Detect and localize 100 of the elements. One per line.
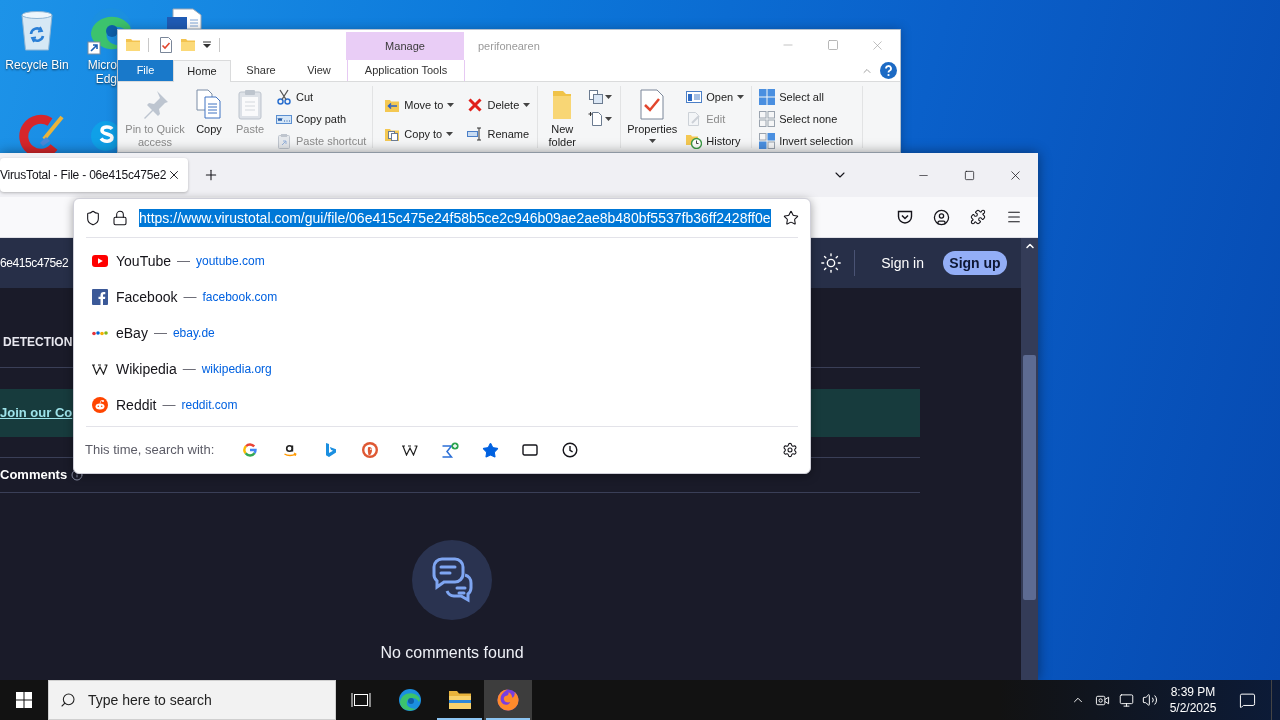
suggestion-title[interactable]: Reddit <box>116 394 157 416</box>
search-field[interactable]: Type here to search <box>48 680 336 720</box>
folder-clock-icon <box>686 133 703 149</box>
select-none-button[interactable]: Select none <box>757 108 856 130</box>
sign-up-button[interactable]: Sign up <box>943 251 1007 275</box>
copy-button[interactable]: Copy <box>192 82 226 136</box>
add-search-engine-icon[interactable] <box>441 442 460 458</box>
banner-link[interactable]: Join our Co <box>0 403 73 423</box>
theme-toggle-icon[interactable] <box>820 252 843 274</box>
face-logo-icon <box>92 397 108 413</box>
x-mark-icon <box>467 97 484 113</box>
play-logo-icon <box>92 255 108 267</box>
copy-to-button[interactable]: Copy to <box>382 123 457 145</box>
empty-message: No comments found <box>380 643 524 663</box>
suggestion-domain[interactable]: wikipedia.org <box>201 360 272 378</box>
properties-button[interactable]: Properties <box>625 82 680 143</box>
task-view-icon[interactable] <box>350 692 371 708</box>
title-separator: — <box>183 288 197 307</box>
folder-icon[interactable] <box>447 690 472 710</box>
monitor-icon[interactable] <box>1118 692 1134 708</box>
a-smile-logo-icon[interactable] <box>282 442 299 458</box>
suggestion-title[interactable]: Facebook <box>116 286 178 308</box>
caret-icon <box>447 103 455 107</box>
suggestion-title[interactable]: eBay <box>116 322 148 344</box>
grid-filled-icon <box>759 89 776 105</box>
icon-label: Recycle Bin <box>5 58 69 72</box>
suggestion-domain[interactable]: ebay.de <box>172 324 215 342</box>
suggestion-domain[interactable]: youtube.com <box>196 252 265 270</box>
history-button[interactable]: History <box>684 130 747 152</box>
scrollbar[interactable] <box>1021 238 1038 680</box>
clock-time[interactable]: 8:39 PM <box>1170 684 1216 700</box>
speaker-icon[interactable] <box>1142 692 1158 708</box>
caret-icon <box>737 95 745 99</box>
suggestion-domain[interactable]: reddit.com <box>181 396 238 414</box>
w-logo-icon <box>92 363 108 375</box>
caret-icon <box>605 95 613 99</box>
round-logo-icon[interactable] <box>362 442 379 458</box>
delete-button[interactable]: Delete <box>465 94 533 116</box>
comments-heading: Comments <box>0 466 68 485</box>
pocket-icon[interactable] <box>897 209 913 225</box>
account-icon[interactable] <box>933 208 950 226</box>
section-heading: DETECTION <box>2 335 73 350</box>
clock-date[interactable]: 5/2/2025 <box>1169 700 1217 716</box>
ribbon-tab[interactable]: File <box>118 60 173 81</box>
scissors-icon <box>276 89 292 105</box>
folder-pages-icon <box>384 126 401 142</box>
window-title: perifonearen <box>478 39 540 54</box>
bookmark-star-icon[interactable] <box>783 210 799 226</box>
settings-icon[interactable] <box>782 442 798 458</box>
clock-icon[interactable] <box>562 442 579 458</box>
search-with-label: This time, search with: <box>85 441 215 460</box>
rename-button[interactable]: Rename <box>465 123 533 145</box>
shield-icon[interactable] <box>85 210 101 226</box>
cut-button[interactable]: Cut <box>274 86 369 108</box>
page-pencil-icon <box>686 111 703 127</box>
g-logo-icon[interactable] <box>242 442 259 458</box>
tab-icon[interactable] <box>522 443 539 457</box>
page-check-icon[interactable] <box>158 37 174 53</box>
close-tab-icon[interactable] <box>167 168 181 182</box>
page-icon <box>588 111 605 127</box>
taskbar-button[interactable] <box>484 680 532 720</box>
scroll-thumb[interactable] <box>1023 355 1036 600</box>
browser-logo-icon[interactable] <box>398 688 422 712</box>
customize-caret-icon[interactable] <box>203 41 211 49</box>
ribbon-tab[interactable]: Home <box>173 60 231 82</box>
suggestion-domain[interactable]: facebook.com <box>202 288 278 306</box>
icon-label: Micro <box>87 58 117 72</box>
extensions-icon[interactable] <box>970 209 986 225</box>
ribbon-tab[interactable]: Application Tools <box>347 60 465 81</box>
move-to-button[interactable]: Move to <box>382 94 457 116</box>
f-logo-icon <box>92 289 108 305</box>
flame-logo-icon[interactable] <box>496 688 520 712</box>
caret-icon <box>446 132 454 136</box>
suggestion-title[interactable]: YouTube <box>116 250 171 272</box>
menu-icon[interactable] <box>1006 209 1022 225</box>
copy-path-button[interactable]: Copy path <box>274 108 369 130</box>
bookmark-star-icon[interactable] <box>481 441 499 459</box>
suggestion-title[interactable]: Wikipedia <box>116 358 177 380</box>
ribbon-tab[interactable]: Share <box>231 60 291 81</box>
title-separator: — <box>182 360 196 379</box>
windows-logo-icon[interactable] <box>16 692 32 708</box>
ribbon-tab[interactable]: View <box>291 60 347 81</box>
grid-half-icon <box>759 133 776 149</box>
maximize-icon[interactable] <box>963 169 975 181</box>
w-logo-icon[interactable] <box>402 444 419 456</box>
notification-icon[interactable] <box>1238 691 1256 709</box>
invert-selection-button[interactable]: Invert selection <box>757 130 856 152</box>
title-separator: — <box>177 252 190 271</box>
select-all-button[interactable]: Select all <box>757 86 856 108</box>
browser-tab[interactable]: VirusTotal - File - 06e415c475e2 <box>0 158 188 192</box>
new-tab-icon[interactable] <box>203 167 219 183</box>
help-icon[interactable] <box>880 62 897 79</box>
grid-outline-icon <box>759 111 776 127</box>
title-separator: — <box>153 324 167 343</box>
rename-icon <box>467 126 484 142</box>
context-tab-header: Manage <box>346 32 464 60</box>
new-folder-button[interactable]: New folder <box>545 82 580 149</box>
sign-in-link[interactable]: Sign in <box>881 252 924 274</box>
lock-icon[interactable] <box>112 210 128 226</box>
open-button[interactable]: Open <box>684 86 747 108</box>
